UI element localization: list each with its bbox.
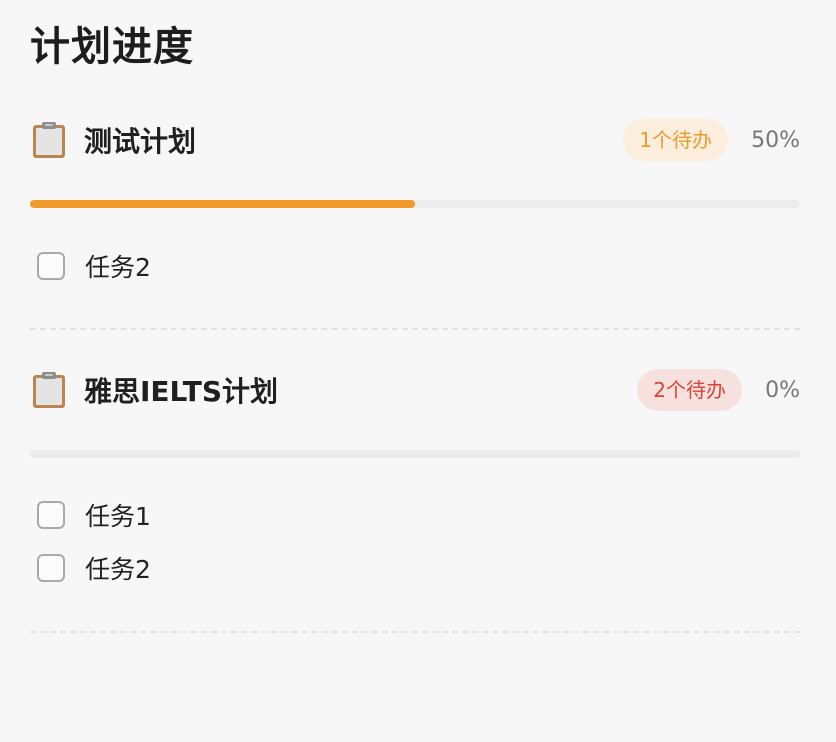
- plan-card-ielts: 雅思IELTS计划 2个待办 0% 任务1 任务2: [30, 368, 800, 633]
- task-item: 任务2: [30, 548, 800, 588]
- progress-bar: [30, 200, 800, 208]
- plan-name: 雅思IELTS计划: [84, 375, 279, 408]
- plan-name: 测试计划: [84, 125, 197, 158]
- plan-card-test: 测试计划 1个待办 50% 任务2: [30, 118, 800, 330]
- progress-percent: 50%: [751, 127, 800, 153]
- task-label: 任务2: [85, 555, 151, 584]
- pending-badge: 1个待办: [623, 119, 728, 161]
- task-label: 任务2: [85, 253, 151, 282]
- task-checkbox[interactable]: [37, 252, 65, 280]
- task-checkbox[interactable]: [37, 501, 65, 529]
- plan-header[interactable]: 测试计划 1个待办 50%: [30, 118, 800, 162]
- plan-progress-page: 计划进度 测试计划 1个待办 50% 任务2 雅思IELTS计划 2个待办 0%…: [0, 0, 836, 742]
- task-item: 任务1: [30, 495, 800, 535]
- plan-header[interactable]: 雅思IELTS计划 2个待办 0%: [30, 368, 800, 412]
- task-label: 任务1: [85, 502, 151, 531]
- clipboard-icon: [33, 122, 65, 158]
- progress-percent: 0%: [765, 377, 800, 403]
- task-checkbox[interactable]: [37, 554, 65, 582]
- plan-divider: [30, 631, 800, 633]
- progress-bar: [30, 450, 800, 458]
- plan-divider: [30, 328, 800, 330]
- task-item: 任务2: [30, 246, 800, 286]
- pending-badge: 2个待办: [637, 369, 742, 411]
- clipboard-icon: [33, 372, 65, 408]
- page-title: 计划进度: [30, 24, 194, 70]
- progress-bar-fill: [30, 200, 415, 208]
